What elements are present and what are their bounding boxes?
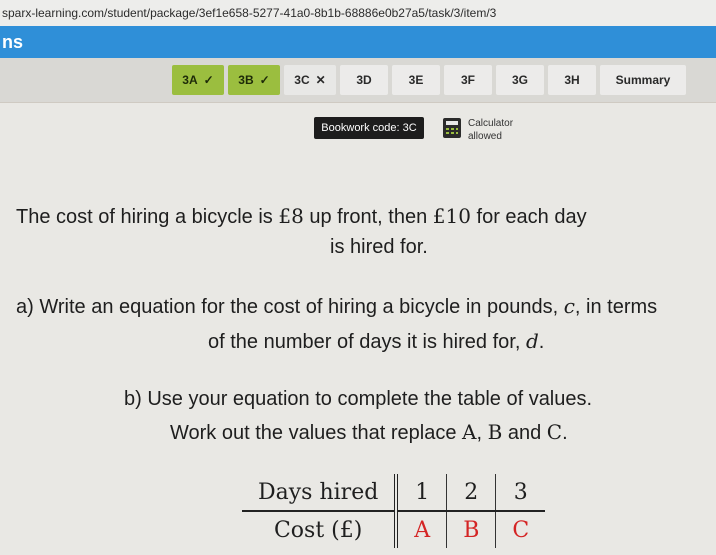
unknown-a: A bbox=[462, 420, 477, 444]
part-b-line2: Work out the values that replace A, B an… bbox=[170, 420, 568, 445]
bookwork-code-badge[interactable]: Bookwork code: 3C bbox=[314, 117, 424, 139]
tab-label: 3D bbox=[356, 73, 372, 87]
table-row: Days hired 1 2 3 bbox=[242, 474, 546, 512]
tab-3d[interactable]: 3D bbox=[340, 65, 388, 95]
text: . bbox=[538, 331, 545, 353]
unknown-c: C bbox=[546, 420, 563, 444]
app-title: ns bbox=[2, 32, 24, 52]
text: b) Use your equation to complete the tab… bbox=[124, 388, 593, 410]
bookwork-label: Bookwork code: 3C bbox=[321, 122, 417, 134]
tab-label: 3A bbox=[182, 73, 198, 87]
table-cell-unknown: B bbox=[446, 511, 497, 548]
part-a-line1: a) Write an equation for the cost of hir… bbox=[16, 294, 657, 319]
text: of the number of days it is hired for, bbox=[208, 331, 526, 353]
tab-3h[interactable]: 3H bbox=[548, 65, 596, 95]
tab-label: 3B bbox=[238, 73, 254, 87]
table-cell-unknown: A bbox=[396, 511, 448, 548]
text: for each day bbox=[470, 206, 587, 228]
tab-summary[interactable]: Summary bbox=[600, 65, 686, 95]
row-header-cost: Cost (£) bbox=[242, 511, 399, 548]
unknown-b: B bbox=[487, 420, 503, 444]
tab-3b[interactable]: 3B ✓ bbox=[228, 65, 280, 95]
task-tabs: 3A ✓ 3B ✓ 3C ✕ 3D 3E 3F 3G 3H Summary bbox=[0, 58, 716, 103]
question-intro-line1: The cost of hiring a bicycle is £8 up fr… bbox=[16, 204, 587, 229]
app-header: ns bbox=[0, 26, 716, 58]
tab-3c[interactable]: 3C ✕ bbox=[284, 65, 336, 95]
part-a-line2: of the number of days it is hired for, d… bbox=[208, 329, 544, 354]
url-text: sparx-learning.com/student/package/3ef1e… bbox=[2, 6, 497, 20]
tab-3a[interactable]: 3A ✓ bbox=[172, 65, 224, 95]
tab-3e[interactable]: 3E bbox=[392, 65, 440, 95]
text: Work out the values that replace bbox=[170, 422, 463, 444]
tab-3f[interactable]: 3F bbox=[444, 65, 492, 95]
tab-label: Summary bbox=[615, 73, 671, 87]
table-cell: 3 bbox=[495, 474, 546, 512]
tab-3g[interactable]: 3G bbox=[496, 65, 544, 95]
part-b-line1: b) Use your equation to complete the tab… bbox=[124, 388, 592, 411]
text: a) Write an equation for the cost of hir… bbox=[16, 296, 564, 318]
table-cell: 2 bbox=[446, 474, 497, 512]
calculator-allowed-label: allowed bbox=[468, 131, 502, 142]
text: and bbox=[502, 422, 547, 444]
text: up front, then bbox=[303, 206, 433, 228]
amount-per-day: £10 bbox=[432, 204, 471, 228]
tab-label: 3G bbox=[511, 73, 528, 87]
text: The cost of hiring a bicycle is bbox=[16, 206, 279, 228]
variable-d: d bbox=[525, 329, 539, 353]
cross-icon: ✕ bbox=[315, 73, 326, 87]
text: , in terms bbox=[574, 296, 658, 318]
row-header-days: Days hired bbox=[242, 474, 399, 512]
check-icon: ✓ bbox=[203, 73, 214, 87]
table-cell: 1 bbox=[396, 474, 448, 512]
tab-label: 3C bbox=[294, 73, 310, 87]
tab-label: 3E bbox=[408, 73, 424, 87]
table-cell-unknown: C bbox=[512, 517, 530, 543]
text: . bbox=[562, 422, 568, 444]
tab-label: 3H bbox=[564, 73, 580, 87]
tab-label: 3F bbox=[460, 73, 475, 87]
calculator-icon bbox=[443, 118, 461, 138]
question-intro-line2: is hired for. bbox=[330, 236, 428, 259]
variable-c: c bbox=[563, 294, 575, 318]
check-icon: ✓ bbox=[259, 73, 270, 87]
calculator-label: Calculator bbox=[468, 118, 514, 129]
amount-upfront: £8 bbox=[278, 204, 304, 228]
text: is hired for. bbox=[330, 236, 428, 258]
table-row: Cost (£) A B C bbox=[242, 511, 545, 548]
text: , bbox=[476, 422, 488, 444]
table-of-values: Days hired 1 2 3 Cost (£) A B C bbox=[242, 474, 546, 548]
browser-url-bar[interactable]: sparx-learning.com/student/package/3ef1e… bbox=[0, 0, 716, 26]
